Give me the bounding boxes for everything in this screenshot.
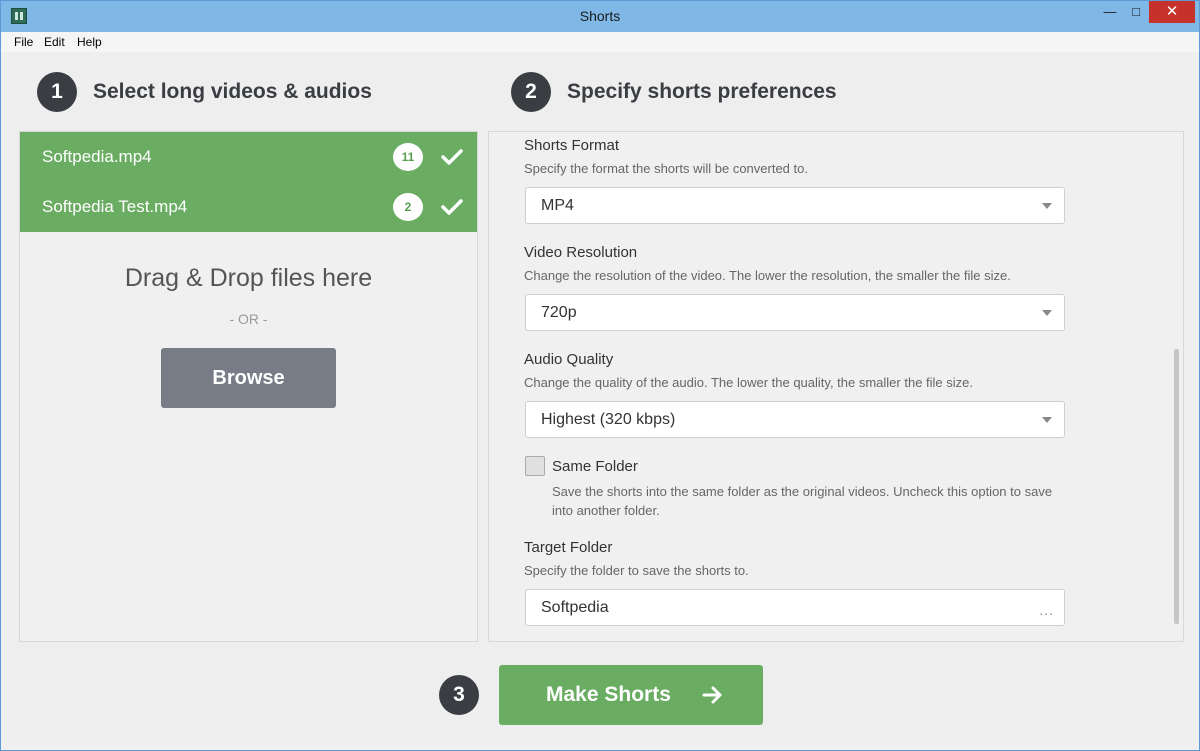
maximize-button[interactable]: □ <box>1123 1 1149 23</box>
step-2-title: Specify shorts preferences <box>567 80 837 103</box>
same-folder-checkbox[interactable] <box>525 456 545 476</box>
file-row[interactable]: Softpedia.mp4 11 <box>20 132 477 182</box>
target-folder-input[interactable]: Softpedia ... <box>525 589 1065 626</box>
make-shorts-button[interactable]: Make Shorts <box>499 665 763 725</box>
audio-desc: Change the quality of the audio. The low… <box>524 375 974 390</box>
step-1-badge: 1 <box>37 72 77 112</box>
title-bar[interactable]: Shorts — □ ✕ <box>1 1 1199 32</box>
target-folder-title: Target Folder <box>524 539 613 556</box>
app-window: Shorts — □ ✕ File Edit Help 1 Select lon… <box>0 0 1200 751</box>
step-3-badge: 3 <box>439 675 479 715</box>
target-folder-desc: Specify the folder to save the shorts to… <box>524 563 749 578</box>
window-title: Shorts <box>579 8 621 24</box>
format-desc: Specify the format the shorts will be co… <box>524 161 808 176</box>
format-title: Shorts Format <box>524 137 620 154</box>
resolution-select[interactable]: 720p <box>525 294 1065 331</box>
target-folder-value: Softpedia <box>541 599 609 616</box>
main-content: 1 Select long videos & audios 2 Specify … <box>8 52 1192 745</box>
same-folder-label[interactable]: Same Folder <box>552 458 638 475</box>
file-name: Softpedia Test.mp4 <box>42 197 188 216</box>
drop-zone-text: Drag & Drop files here <box>124 264 373 292</box>
browse-button[interactable]: Browse <box>161 348 336 408</box>
audio-value: Highest (320 kbps) <box>541 411 676 428</box>
make-shorts-label: Make Shorts <box>546 683 671 706</box>
file-row[interactable]: Softpedia Test.mp4 2 <box>20 182 477 232</box>
or-separator: - OR - <box>229 311 268 327</box>
menu-file[interactable]: File <box>14 35 33 49</box>
menu-help[interactable]: Help <box>77 35 102 49</box>
scrollbar-thumb[interactable] <box>1174 349 1179 624</box>
resolution-value: 720p <box>541 304 577 321</box>
chevron-down-icon <box>1042 310 1052 316</box>
shorts-count-badge: 2 <box>393 193 423 221</box>
menu-edit[interactable]: Edit <box>44 35 65 49</box>
resolution-desc: Change the resolution of the video. The … <box>524 268 1011 283</box>
checkmark-icon[interactable] <box>440 195 464 219</box>
menu-bar: File Edit Help <box>1 32 1199 52</box>
file-list-panel[interactable]: Softpedia.mp4 11 Softpedia Test.mp4 2 Dr… <box>19 131 478 642</box>
audio-select[interactable]: Highest (320 kbps) <box>525 401 1065 438</box>
file-name: Softpedia.mp4 <box>42 147 152 166</box>
shorts-count-badge: 11 <box>393 143 423 171</box>
format-select[interactable]: MP4 <box>525 187 1065 224</box>
resolution-title: Video Resolution <box>524 244 638 261</box>
format-value: MP4 <box>541 197 574 214</box>
arrow-right-icon <box>702 686 722 704</box>
same-folder-desc: Save the shorts into the same folder as … <box>552 484 1053 518</box>
minimize-button[interactable]: — <box>1097 1 1123 23</box>
step-1-title: Select long videos & audios <box>93 80 372 103</box>
preferences-panel[interactable]: Shorts Format Specify the format the sho… <box>488 131 1184 642</box>
step-2-badge: 2 <box>511 72 551 112</box>
audio-title: Audio Quality <box>524 351 614 368</box>
checkmark-icon[interactable] <box>440 145 464 169</box>
browse-folder-icon[interactable]: ... <box>1039 602 1054 618</box>
chevron-down-icon <box>1042 203 1052 209</box>
close-button[interactable]: ✕ <box>1149 1 1195 23</box>
chevron-down-icon <box>1042 417 1052 423</box>
